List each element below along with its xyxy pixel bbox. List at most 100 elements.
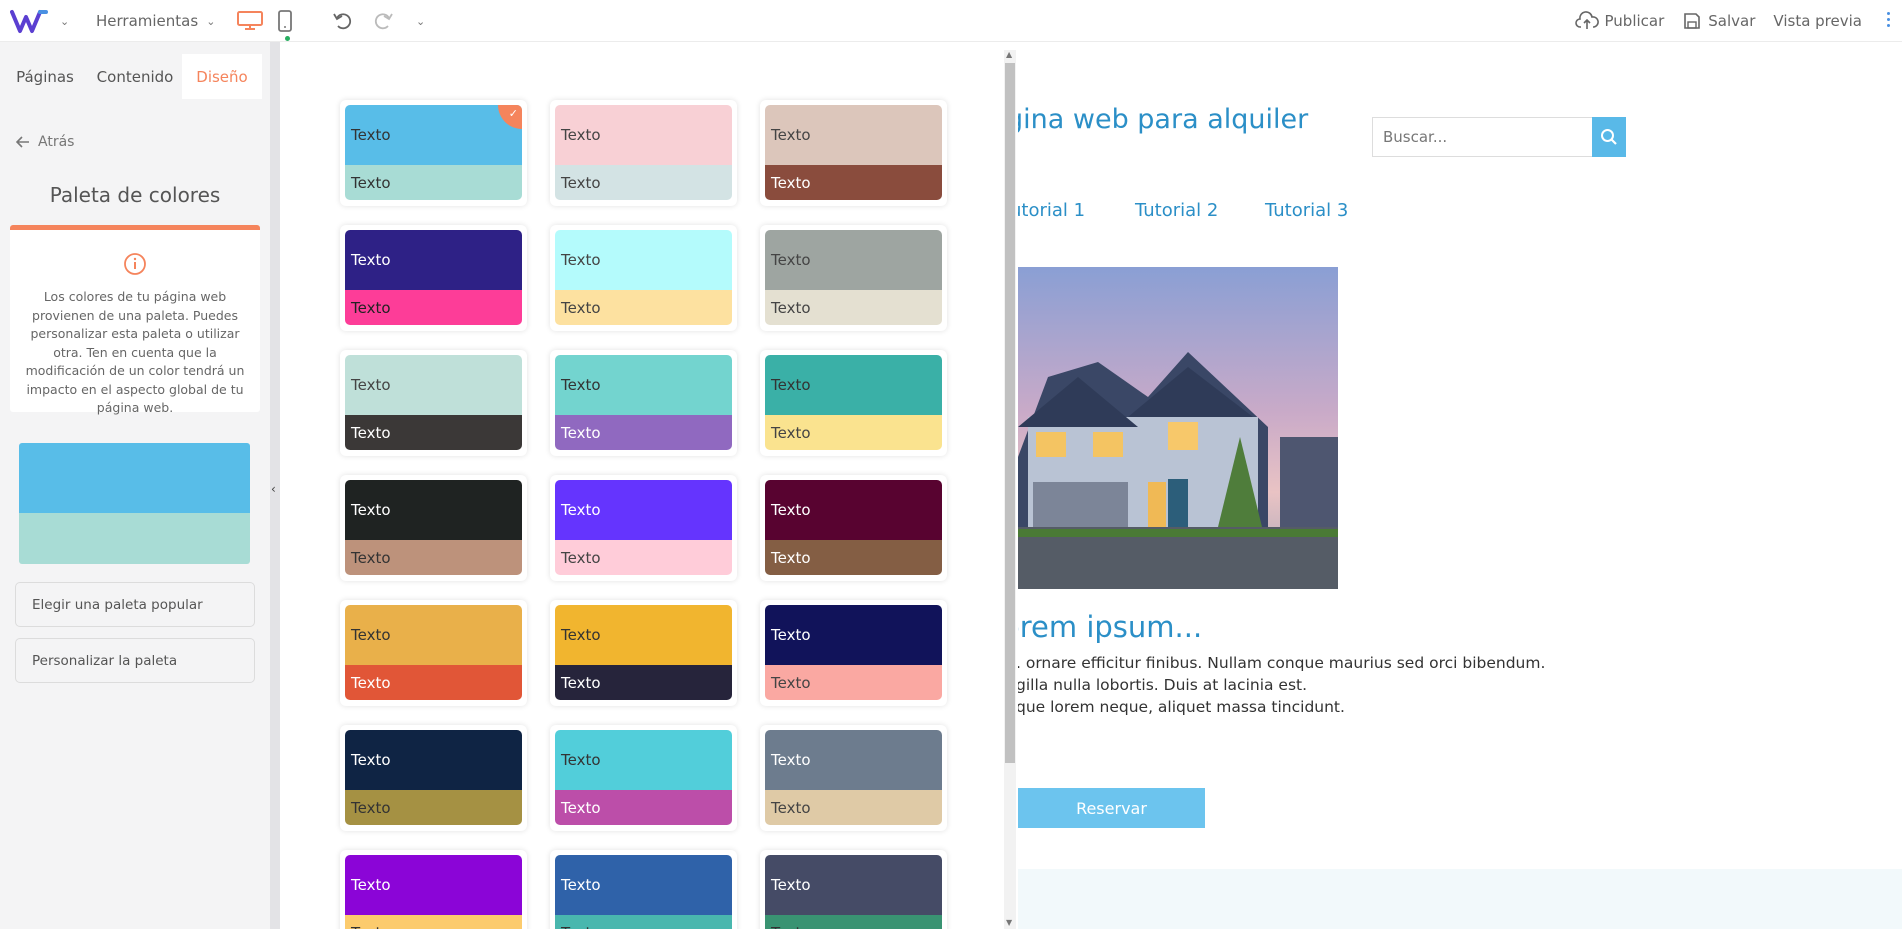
palette-secondary-swatch: Texto — [765, 415, 942, 450]
site-title[interactable]: gina web para alquiler — [1018, 104, 1308, 135]
house-image[interactable] — [1018, 267, 1338, 589]
info-text: Los colores de tu página web provienen d… — [25, 289, 245, 415]
palette-primary-swatch: Texto — [555, 605, 732, 665]
palette-secondary-swatch: Texto — [345, 290, 522, 325]
palette-option[interactable]: TextoTexto — [550, 475, 737, 581]
section-paragraph[interactable]: . ornare efficitur finibus. Nullam conqu… — [1018, 652, 1545, 718]
palette-option[interactable]: TextoTexto — [550, 350, 737, 456]
palette-scrollbar-thumb[interactable] — [1005, 63, 1015, 763]
palette-primary-swatch: Texto — [555, 480, 732, 540]
info-box: Los colores de tu página web provienen d… — [10, 225, 260, 415]
palette-secondary-swatch: Texto — [555, 915, 732, 929]
palette-primary-swatch: Texto — [345, 605, 522, 665]
palette-primary-swatch: Texto — [765, 605, 942, 665]
tab-pages[interactable]: Páginas — [0, 54, 90, 99]
palette-secondary-swatch: Texto — [555, 165, 732, 200]
nav-link-tutorial-1[interactable]: utorial 1 — [1018, 200, 1085, 221]
tab-design[interactable]: Diseño — [182, 54, 262, 99]
palette-option[interactable]: TextoTexto — [760, 225, 947, 331]
right-actions: Publicar Salvar Vista previa — [1574, 0, 1862, 42]
palette-option[interactable]: TextoTexto — [760, 350, 947, 456]
palette-primary-swatch: Texto ✓ — [345, 105, 522, 165]
scroll-up-icon[interactable]: ▲ — [1006, 50, 1012, 59]
tools-menu[interactable]: Herramientas ⌄ — [96, 0, 215, 42]
palette-primary-swatch: Texto — [765, 730, 942, 790]
active-view-indicator — [285, 36, 290, 41]
selected-check-icon: ✓ — [498, 105, 522, 129]
palette-secondary-swatch: Texto — [345, 415, 522, 450]
preview-button[interactable]: Vista previa — [1773, 12, 1862, 30]
palette-option[interactable]: TextoTexto — [550, 850, 737, 929]
palette-secondary-swatch: Texto — [765, 665, 942, 700]
palette-option[interactable]: TextoTexto — [340, 600, 527, 706]
redo-button[interactable] — [372, 0, 394, 42]
palette-option[interactable]: TextoTexto — [340, 475, 527, 581]
palette-option[interactable]: Texto ✓ Texto — [340, 100, 527, 206]
undo-button[interactable] — [332, 0, 354, 42]
arrow-left-icon — [16, 136, 29, 148]
palette-option[interactable]: TextoTexto — [340, 725, 527, 831]
palette-primary-swatch: Texto — [765, 355, 942, 415]
nav-link-tutorial-3[interactable]: Tutorial 3 — [1265, 200, 1348, 221]
palette-secondary-swatch: Texto — [555, 540, 732, 575]
palette-primary-swatch: Texto — [555, 355, 732, 415]
palette-option[interactable]: TextoTexto — [760, 600, 947, 706]
reserve-button[interactable]: Reservar — [1018, 788, 1205, 828]
search-input[interactable]: Buscar... — [1372, 117, 1593, 157]
customize-palette-button[interactable]: Personalizar la paleta — [15, 638, 255, 683]
section-heading[interactable]: orem ipsum... — [1018, 610, 1202, 644]
back-button[interactable]: Atrás — [16, 134, 74, 150]
palette-secondary-swatch: Texto — [765, 290, 942, 325]
back-label: Atrás — [38, 134, 75, 150]
sidebar-tabs: Páginas Contenido Diseño — [0, 54, 270, 99]
desktop-view-icon[interactable] — [236, 10, 264, 30]
more-options-icon[interactable] — [1887, 12, 1890, 27]
palette-option[interactable]: TextoTexto — [340, 850, 527, 929]
palette-option[interactable]: TextoTexto — [760, 100, 947, 206]
app-logo-icon — [10, 10, 48, 33]
save-button[interactable]: Salvar — [1682, 11, 1755, 31]
palette-primary-swatch: Texto — [345, 480, 522, 540]
palette-secondary-swatch: Texto — [345, 665, 522, 700]
palette-option[interactable]: TextoTexto — [550, 225, 737, 331]
palette-secondary-swatch: Texto — [765, 540, 942, 575]
undo-icon — [333, 13, 352, 30]
palette-primary-swatch: Texto — [555, 230, 732, 290]
current-palette-secondary — [19, 513, 250, 564]
palette-option[interactable]: TextoTexto — [550, 100, 737, 206]
palette-primary-swatch: Texto — [765, 480, 942, 540]
scroll-down-icon[interactable]: ▼ — [1006, 918, 1012, 927]
palette-primary-swatch: Texto — [765, 105, 942, 165]
mobile-view-icon[interactable] — [277, 10, 293, 32]
palette-option[interactable]: TextoTexto — [760, 725, 947, 831]
tab-content[interactable]: Contenido — [90, 54, 180, 99]
search-icon — [1601, 129, 1617, 145]
palette-secondary-swatch: Texto — [765, 165, 942, 200]
palette-option[interactable]: TextoTexto — [760, 475, 947, 581]
palette-option[interactable]: TextoTexto — [340, 350, 527, 456]
publish-button[interactable]: Publicar — [1574, 11, 1665, 31]
palette-primary-swatch: Texto — [555, 105, 732, 165]
search-button[interactable] — [1592, 117, 1626, 157]
save-label: Salvar — [1708, 12, 1756, 30]
palette-primary-swatch: Texto — [555, 855, 732, 915]
palette-option[interactable]: TextoTexto — [550, 600, 737, 706]
palette-secondary-swatch: Texto — [765, 915, 942, 929]
nav-link-tutorial-2[interactable]: Tutorial 2 — [1135, 200, 1218, 221]
palette-primary-swatch: Texto — [555, 730, 732, 790]
chevron-down-icon: ⌄ — [206, 14, 216, 28]
palette-primary-swatch: Texto — [765, 230, 942, 290]
palette-secondary-swatch: Texto — [555, 665, 732, 700]
choose-popular-palette-button[interactable]: Elegir una paleta popular — [15, 582, 255, 627]
palette-primary-swatch: Texto — [345, 855, 522, 915]
palette-option[interactable]: TextoTexto — [550, 725, 737, 831]
publish-label: Publicar — [1604, 12, 1665, 30]
palette-secondary-swatch: Texto — [555, 290, 732, 325]
palette-primary-swatch: Texto — [765, 855, 942, 915]
palette-option[interactable]: TextoTexto — [760, 850, 947, 929]
app-logo-menu[interactable]: ⌄ — [10, 0, 69, 42]
chevron-down-icon: ⌄ — [60, 14, 70, 28]
collapse-panel-icon[interactable]: ‹ — [271, 482, 276, 496]
palette-option[interactable]: TextoTexto — [340, 225, 527, 331]
history-dropdown[interactable]: ⌄ — [416, 0, 425, 42]
